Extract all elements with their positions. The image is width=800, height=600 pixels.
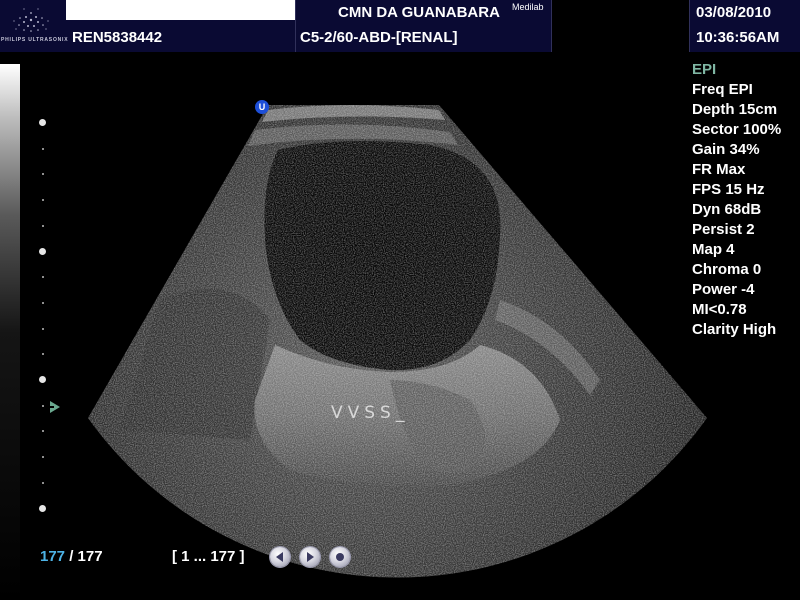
- param-item[interactable]: Map 4: [692, 240, 781, 260]
- depth-tick-minor: [42, 147, 44, 150]
- depth-tick-minor: [42, 327, 44, 330]
- cine-play-button[interactable]: [300, 547, 320, 567]
- param-item[interactable]: Gain 34%: [692, 140, 781, 160]
- depth-tick-major: [39, 504, 46, 512]
- ultrasound-screen: PHILIPS ULTRASONIX REN5838442 CMN DA GUA…: [0, 0, 800, 600]
- image-annotation[interactable]: VVSS_: [331, 403, 409, 423]
- cine-rewind-button[interactable]: [270, 547, 290, 567]
- play-icon: [307, 552, 314, 562]
- param-item[interactable]: Depth 15cm: [692, 100, 781, 120]
- param-item[interactable]: Power -4: [692, 280, 781, 300]
- parameter-list: EPI Freq EPI Depth 15cm Sector 100% Gain 34%…: [692, 60, 781, 340]
- param-item[interactable]: EPI: [692, 60, 781, 80]
- depth-tick-minor: [42, 224, 44, 227]
- param-item[interactable]: FPS 15 Hz: [692, 180, 781, 200]
- frame-counter: 177 / 177: [40, 548, 103, 565]
- param-item[interactable]: Dyn 68dB: [692, 200, 781, 220]
- depth-tick-major: [39, 247, 46, 255]
- depth-tick-major: [39, 119, 46, 126]
- frame-total: 177: [77, 548, 103, 565]
- depth-tick-major: [39, 376, 46, 383]
- param-item[interactable]: Chroma 0: [692, 260, 781, 280]
- depth-tick-minor: [42, 301, 44, 304]
- ultrasound-image: [88, 105, 707, 578]
- frame-range: [ 1 ... 177 ]: [172, 548, 245, 565]
- param-item[interactable]: MI<0.78: [692, 300, 781, 320]
- frame-separator: /: [69, 548, 74, 565]
- param-item[interactable]: FR Max: [692, 160, 781, 180]
- param-item[interactable]: Clarity High: [692, 320, 781, 340]
- depth-tick-minor: [42, 481, 44, 484]
- param-item[interactable]: Sector 100%: [692, 120, 781, 140]
- depth-tick-minor: [42, 404, 44, 407]
- frame-current: 177: [40, 548, 66, 565]
- param-item[interactable]: Freq EPI: [692, 80, 781, 100]
- rewind-icon: [276, 552, 283, 562]
- param-item[interactable]: Persist 2: [692, 220, 781, 240]
- orientation-marker-icon: U: [255, 100, 269, 114]
- stop-icon: [336, 553, 344, 561]
- cine-stop-button[interactable]: [330, 547, 350, 567]
